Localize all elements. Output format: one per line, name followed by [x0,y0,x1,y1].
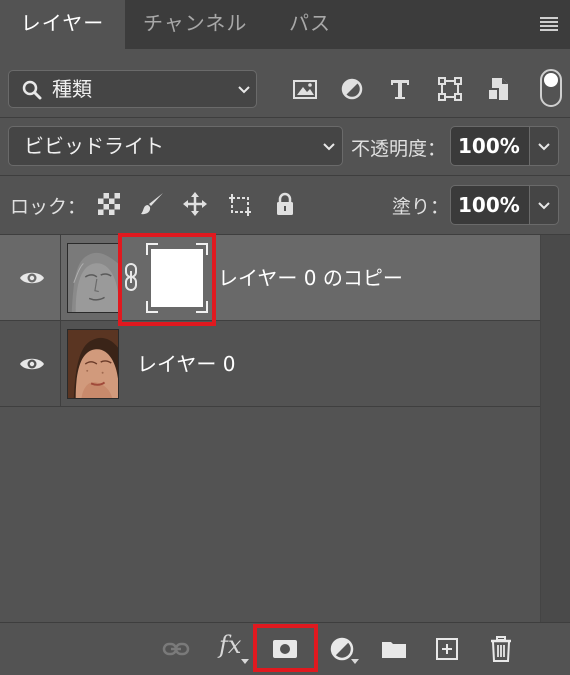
filter-kind-label: 種類 [52,77,92,101]
visibility-cell[interactable] [0,235,61,321]
type-filter-icon[interactable] [386,75,414,103]
lock-image-pixels-icon[interactable] [139,191,165,217]
eye-icon[interactable] [19,269,45,287]
layer-name[interactable]: レイヤー 0 [137,321,235,407]
filter-kind-select[interactable]: 種類 [8,70,257,108]
lock-position-icon[interactable] [182,191,208,217]
opacity-input[interactable]: 100% [450,126,530,166]
blend-mode-select[interactable]: ビビッドライト [8,126,343,166]
smart-object-filter-icon[interactable] [484,75,512,103]
chevron-down-icon [323,143,335,151]
divider [0,175,570,176]
mask-highlight-frame [118,233,216,326]
dropdown-caret-icon [351,659,359,664]
lock-label: ロック： [10,196,87,218]
tab-paths[interactable]: パス [289,0,331,49]
opacity-label: 不透明度： [351,138,447,160]
lock-all-icon[interactable] [272,191,298,217]
lock-transparent-pixels-icon[interactable] [96,191,122,217]
layer-name[interactable]: レイヤー 0 のコピー [218,235,403,321]
opacity-dropdown[interactable] [530,126,559,166]
lock-artboard-icon[interactable] [227,191,253,217]
shape-filter-icon[interactable] [436,75,464,103]
layer-thumbnail[interactable] [67,329,119,399]
panel-tab-bar: レイヤー チャンネル パス [0,0,570,49]
layers-list: レイヤー 0 のコピー レイヤー 0 [0,235,540,622]
new-group-folder-icon[interactable] [380,635,408,663]
toggle-knob [544,73,558,87]
image-filter-icon[interactable] [291,75,319,103]
chevron-down-icon [238,86,250,94]
visibility-cell[interactable] [0,321,61,407]
blend-mode-value: ビビッドライト [24,134,164,158]
tab-layers[interactable]: レイヤー [0,0,125,49]
adjustment-filter-icon[interactable] [338,75,366,103]
layer-thumbnail[interactable] [67,243,119,313]
fill-label: 塗り： [392,196,450,218]
scrollbar[interactable] [540,235,570,622]
panel-menu-icon[interactable] [540,17,558,31]
fill-dropdown[interactable] [530,185,559,225]
chevron-down-icon [538,143,550,151]
search-icon [22,80,42,100]
divider [0,117,570,118]
layer-row[interactable]: レイヤー 0 [0,321,540,407]
dropdown-caret-icon [241,659,249,664]
link-layers-icon[interactable] [162,635,190,663]
chevron-down-icon [538,202,550,210]
new-layer-icon[interactable] [433,635,461,663]
add-mask-highlight-frame [253,624,318,672]
filter-toggle[interactable] [540,69,562,107]
delete-layer-icon[interactable] [487,635,515,663]
eye-icon[interactable] [19,355,45,373]
fill-input[interactable]: 100% [450,185,530,225]
layer-row[interactable]: レイヤー 0 のコピー [0,235,540,321]
tab-channels[interactable]: チャンネル [143,0,247,49]
layer-style-button[interactable]: fx [219,631,241,659]
